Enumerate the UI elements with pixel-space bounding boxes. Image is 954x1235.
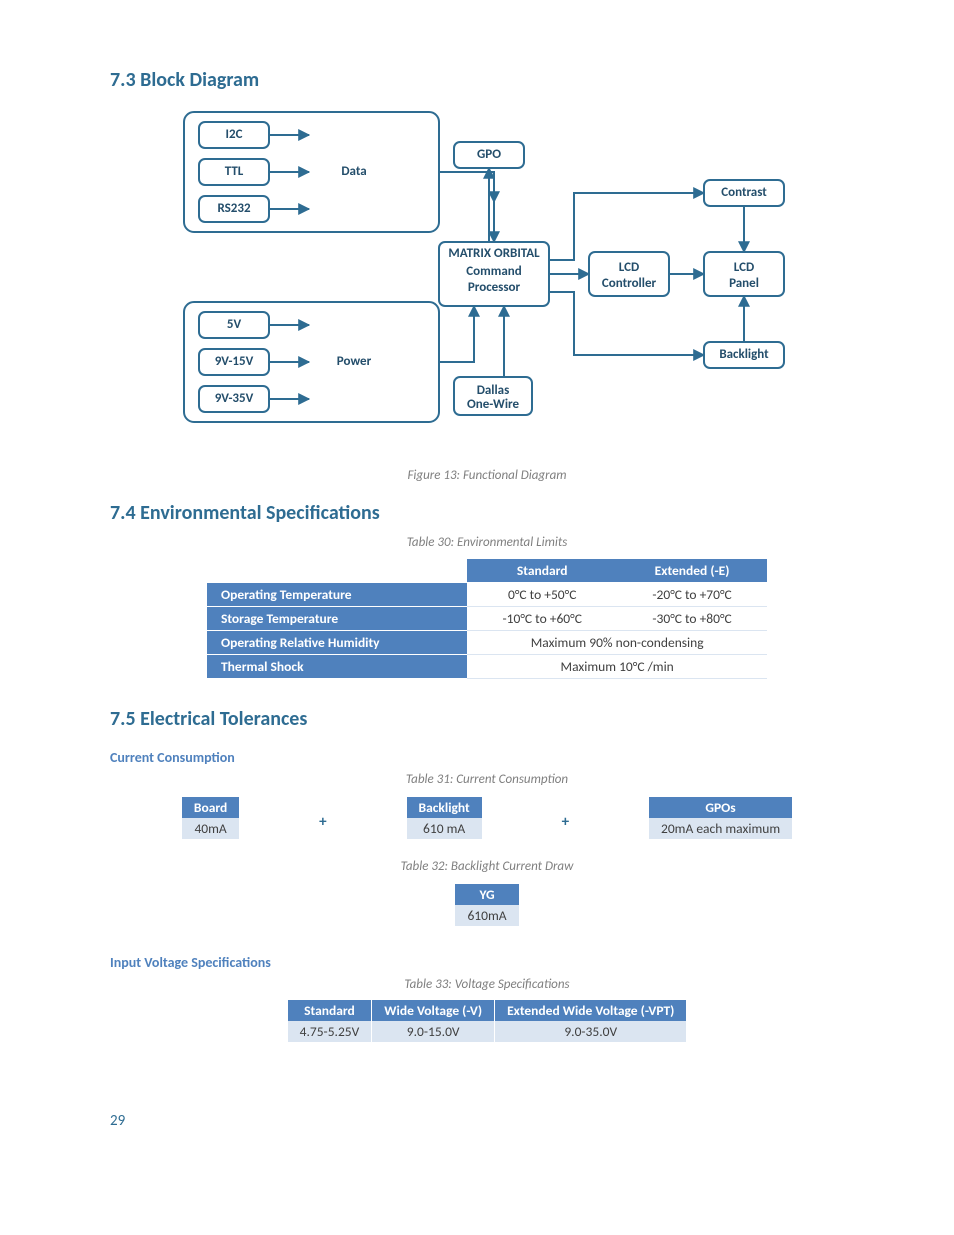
- node-5v: 5V: [227, 317, 242, 332]
- table-environmental: Standard Extended (-E) Operating Tempera…: [207, 558, 767, 679]
- node-lcdc-l2: Controller: [602, 276, 657, 291]
- cc-board-h: Board: [182, 797, 239, 818]
- node-gpo: GPO: [477, 147, 501, 162]
- node-i2c: I2C: [226, 127, 243, 142]
- cc-gpos-h: GPOs: [649, 797, 792, 818]
- bl-v: 610mA: [455, 905, 518, 926]
- node-ttl: TTL: [225, 164, 244, 179]
- label-data: Data: [341, 164, 366, 179]
- cc-board-v: 40mA: [182, 818, 239, 839]
- node-lcdc-l1: LCD: [619, 260, 639, 275]
- table-row: Storage Temperature -10°C to +60°C -30°C…: [207, 607, 767, 631]
- table-voltage: Standard Wide Voltage (-V) Extended Wide…: [288, 1000, 687, 1042]
- volt-h3: Extended Wide Voltage (-VPT): [495, 1000, 687, 1021]
- volt-v2: 9.0-15.0V: [372, 1021, 495, 1042]
- node-dallas-l1: Dallas: [477, 383, 510, 398]
- plus-icon: +: [319, 813, 326, 831]
- subheading-cc: Current Consumption: [110, 749, 864, 766]
- cc-backlight-h: Backlight: [407, 797, 482, 818]
- table-backlight-draw: YG 610mA: [110, 882, 864, 936]
- node-dallas-l2: One-Wire: [467, 397, 520, 412]
- node-9v35: 9V-35V: [215, 391, 254, 406]
- node-proc-brand: MATRIX ORBITAL: [448, 246, 540, 261]
- node-9v15: 9V-15V: [215, 354, 254, 369]
- block-diagram: I2C TTL RS232 Data 5V 9V-15V 9V-35V Powe…: [174, 102, 794, 462]
- bl-h: YG: [455, 884, 518, 905]
- node-lcdp-l1: LCD: [734, 260, 754, 275]
- volt-h1: Standard: [288, 1000, 372, 1021]
- cc-gpos-v: 20mA each maximum: [649, 818, 792, 839]
- volt-v1: 4.75-5.25V: [288, 1021, 372, 1042]
- subheading-iv: Input Voltage Specifications: [110, 954, 864, 971]
- table-row: Operating Temperature 0°C to +50°C -20°C…: [207, 583, 767, 607]
- page: 7.3 Block Diagram I2C TTL RS232 Data: [0, 0, 954, 1170]
- env-col-extended: Extended (-E): [617, 559, 767, 583]
- volt-v3: 9.0-35.0V: [495, 1021, 687, 1042]
- node-lcdp-l2: Panel: [729, 276, 759, 291]
- heading-env: 7.4 Environmental Specifications: [110, 501, 864, 525]
- table-row: Operating Relative Humidity Maximum 90% …: [207, 631, 767, 655]
- node-proc-l2: Processor: [468, 280, 521, 295]
- table-current-consumption: Board 40mA + Backlight 610 mA + GPOs 20m…: [110, 795, 864, 849]
- cc-backlight-v: 610 mA: [407, 818, 482, 839]
- caption-fig13: Figure 13: Functional Diagram: [110, 468, 864, 483]
- node-backlight: Backlight: [719, 347, 769, 362]
- heading-elec: 7.5 Electrical Tolerances: [110, 707, 864, 731]
- heading-block-diagram: 7.3 Block Diagram: [110, 68, 864, 92]
- env-col-standard: Standard: [467, 559, 617, 583]
- caption-table32: Table 32: Backlight Current Draw: [110, 859, 864, 874]
- node-contrast: Contrast: [721, 185, 767, 200]
- node-proc-l1: Command: [466, 264, 521, 279]
- plus-icon: +: [562, 813, 569, 831]
- caption-table33: Table 33: Voltage Specifications: [110, 977, 864, 992]
- caption-table30: Table 30: Environmental Limits: [110, 535, 864, 550]
- node-rs232: RS232: [217, 201, 251, 216]
- table-row: Thermal Shock Maximum 10°C /min: [207, 655, 767, 679]
- page-number: 29: [110, 1112, 864, 1130]
- caption-table31: Table 31: Current Consumption: [110, 772, 864, 787]
- volt-h2: Wide Voltage (-V): [372, 1000, 495, 1021]
- label-power: Power: [337, 354, 372, 369]
